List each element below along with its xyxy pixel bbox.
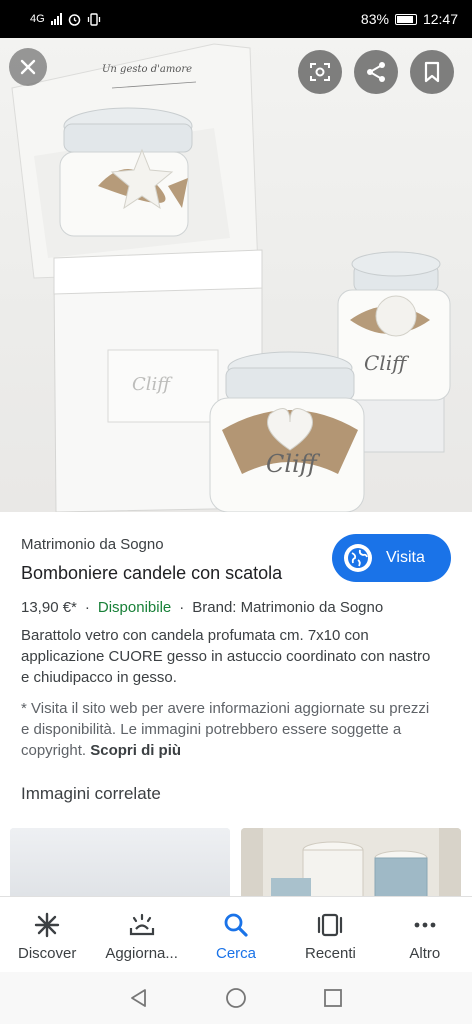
nav-label: Recenti <box>304 945 356 962</box>
disclaimer-text: * Visita il sito web per avere informazi… <box>21 700 430 759</box>
signal-icon <box>50 13 62 25</box>
price: 13,90 €* <box>21 599 77 616</box>
related-image-1 <box>10 828 230 900</box>
nav-label: Discover <box>18 945 77 962</box>
related-image-thumb[interactable] <box>10 828 230 900</box>
product-description: Barattolo vetro con candela profumata cm… <box>21 627 431 686</box>
learn-more-link[interactable]: Scopri di più <box>90 742 181 759</box>
close-button[interactable] <box>9 48 47 86</box>
status-right: 83% 12:47 <box>361 11 458 27</box>
nav-search[interactable]: Cerca <box>189 897 283 972</box>
vibrate-icon <box>87 12 100 26</box>
box-script: Un gesto d'amore <box>102 64 192 75</box>
visit-label: Visita <box>386 549 425 566</box>
visit-button[interactable]: Visita <box>332 534 451 582</box>
back-icon[interactable] <box>128 987 150 1009</box>
status-bar: 4G 83% 12:47 <box>0 0 472 38</box>
battery-icon <box>394 13 417 25</box>
front-jar-brand: Cliff <box>266 450 321 478</box>
lens-button[interactable] <box>298 50 342 94</box>
price-availability-line: 13,90 €* · Disponibile · Brand: Matrimon… <box>21 599 383 616</box>
separator-dot: · <box>84 599 90 616</box>
related-image-2 <box>241 828 461 900</box>
separator-dot: · <box>179 599 185 616</box>
related-images-heading: Immagini correlate <box>21 784 161 803</box>
more-icon <box>412 911 438 939</box>
product-title[interactable]: Bomboniere candele con scatola <box>21 563 282 584</box>
nav-label: Aggiorna... <box>105 945 178 962</box>
disclaimer: * Visita il sito web per avere informazi… <box>21 698 441 761</box>
updates-icon <box>128 911 156 939</box>
nav-label: Altro <box>409 945 441 962</box>
bookmark-button[interactable] <box>410 50 454 94</box>
nav-discover[interactable]: Discover <box>0 897 94 972</box>
globe-icon <box>344 544 372 572</box>
bottom-navigation: Discover Aggiorna... Cerca Recenti Altro <box>0 896 472 972</box>
share-button[interactable] <box>354 50 398 94</box>
brand-label: Brand: Matrimonio da Sogno <box>192 599 384 616</box>
bookmark-icon <box>424 61 440 83</box>
availability-status: Disponibile <box>97 599 172 616</box>
product-image[interactable]: Un gesto d'amore Cliff Cliff Cliff <box>0 38 472 512</box>
recent-tabs-icon <box>317 911 343 939</box>
lens-icon <box>310 63 330 81</box>
related-image-thumb[interactable] <box>241 828 461 900</box>
network-label: 4G <box>30 13 45 25</box>
nav-updates[interactable]: Aggiorna... <box>94 897 188 972</box>
clock: 12:47 <box>422 11 458 27</box>
asterisk-icon <box>34 911 60 939</box>
recents-icon[interactable] <box>322 987 344 1009</box>
product-info-panel: Matrimonio da Sogno Bomboniere candele c… <box>0 512 472 900</box>
nav-label: Cerca <box>216 945 257 962</box>
alarm-icon <box>68 13 80 26</box>
product-photo: Un gesto d'amore Cliff Cliff Cliff <box>11 43 451 512</box>
search-icon <box>223 911 249 939</box>
right-jar-brand: Cliff <box>364 351 410 375</box>
share-icon <box>367 62 385 82</box>
home-icon[interactable] <box>225 987 247 1009</box>
battery-percent: 83% <box>360 11 389 27</box>
site-name[interactable]: Matrimonio da Sogno <box>21 536 164 553</box>
nav-recent[interactable]: Recenti <box>283 897 377 972</box>
box-brand-mark: Cliff <box>132 374 173 395</box>
system-navigation-bar <box>0 972 472 1024</box>
status-left: 4G <box>30 12 101 26</box>
nav-more[interactable]: Altro <box>378 897 472 972</box>
close-icon <box>20 59 36 75</box>
